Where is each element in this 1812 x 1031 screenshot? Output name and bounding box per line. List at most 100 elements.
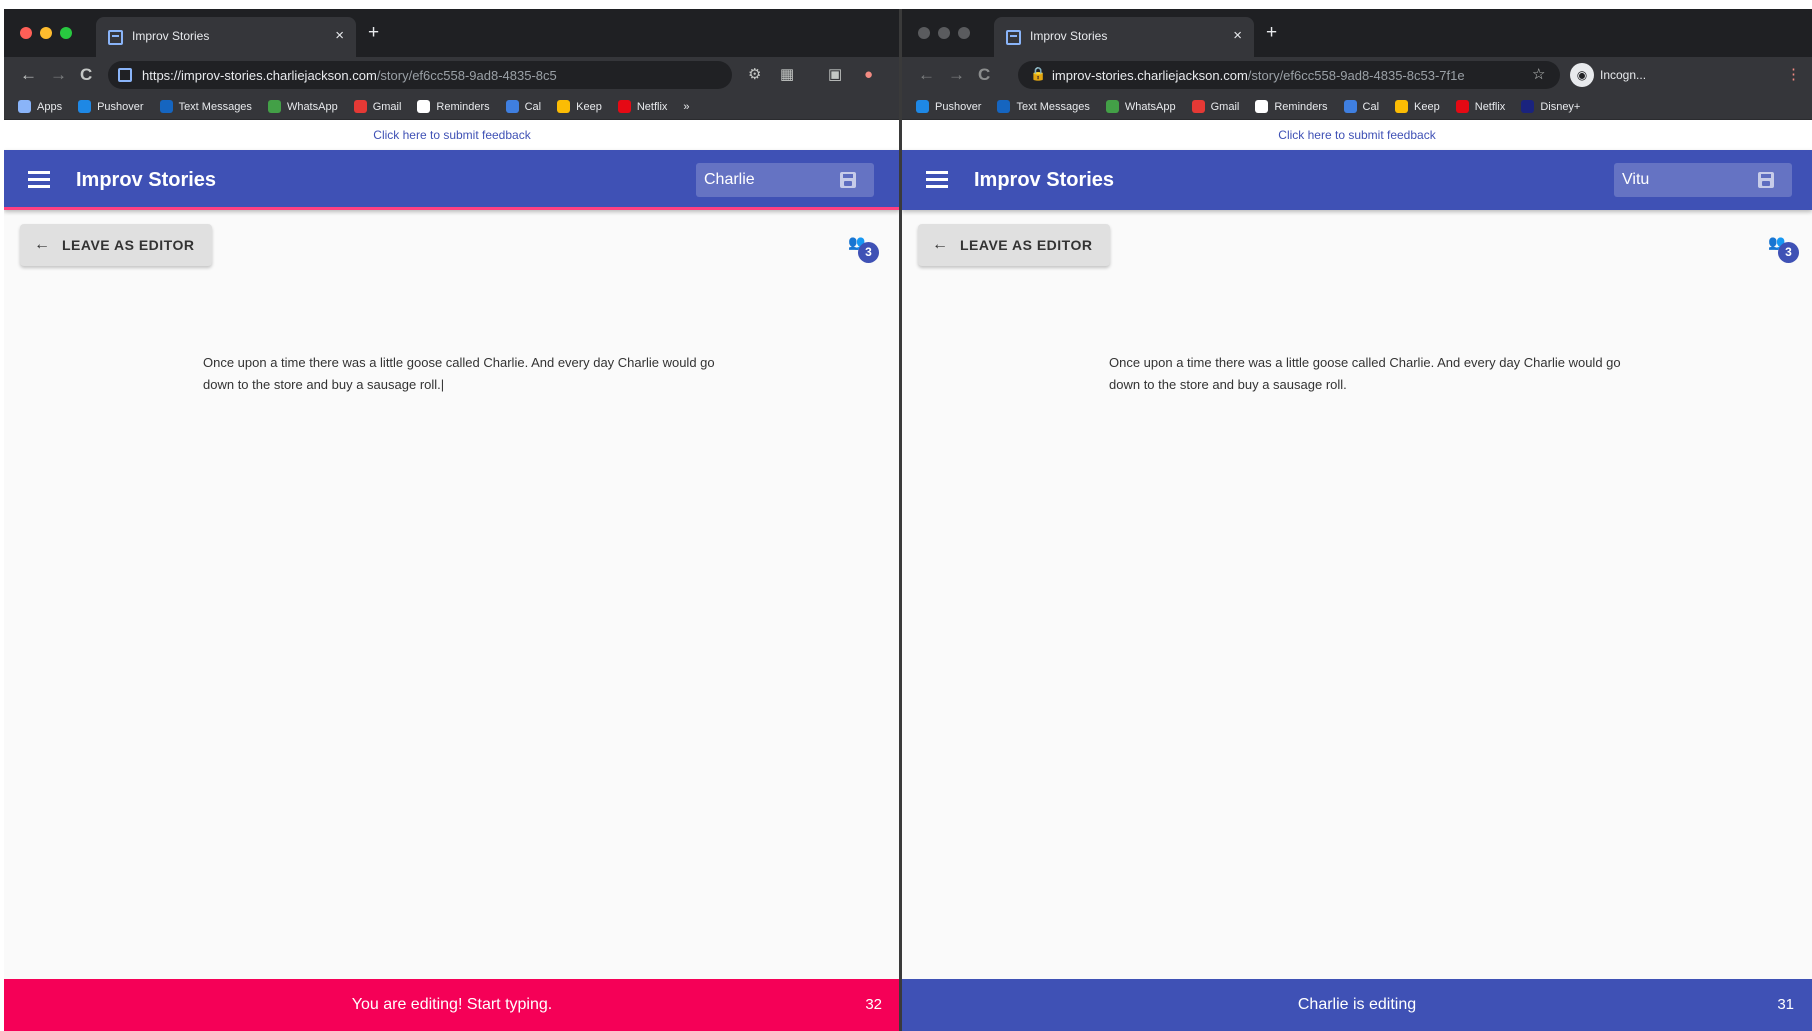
- name-input[interactable]: [696, 163, 826, 197]
- incognito-label[interactable]: Incogn...: [1600, 65, 1646, 85]
- reload-icon[interactable]: C: [80, 65, 92, 85]
- bookmark-item[interactable]: Gmail: [353, 100, 401, 113]
- name-field-box: [1614, 163, 1792, 197]
- bookmark-item[interactable]: Keep: [557, 100, 602, 113]
- forward-icon[interactable]: →: [948, 65, 965, 85]
- status-message: You are editing! Start typing.: [351, 996, 553, 1013]
- bookmark-label: WhatsApp: [1124, 100, 1176, 113]
- bookmark-label: Netflix: [636, 100, 668, 113]
- minimize-window-button[interactable]: [938, 27, 950, 39]
- browser-window-left: Improv Stories × + ← → C https://improv-…: [4, 9, 900, 1031]
- lock-icon[interactable]: 🔒: [1030, 66, 1046, 82]
- feedback-link[interactable]: Click here to submit feedback: [902, 120, 1812, 150]
- name-input[interactable]: [1614, 163, 1744, 197]
- profile-avatar-icon[interactable]: ●: [864, 65, 873, 85]
- feedback-link[interactable]: Click here to submit feedback: [4, 120, 900, 150]
- app-favicon-icon: [108, 30, 123, 45]
- browser-window-right: Improv Stories × + ← → C 🔒 improv-storie…: [902, 9, 1812, 1031]
- extension-settings-icon[interactable]: ⚙: [748, 65, 761, 85]
- leave-as-editor-button[interactable]: ← LEAVE AS EDITOR: [20, 224, 212, 266]
- close-tab-icon[interactable]: ×: [1233, 27, 1242, 44]
- leave-as-editor-button[interactable]: ← LEAVE AS EDITOR: [918, 224, 1110, 266]
- bookmark-item[interactable]: Cal: [1343, 100, 1380, 113]
- bookmarks-bar: Apps Pushover Text Messages WhatsApp Gmail Re…: [4, 94, 900, 120]
- bookmark-item[interactable]: WhatsApp: [1105, 100, 1176, 113]
- bookmark-label: Gmail: [1210, 100, 1240, 113]
- menu-icon[interactable]: [926, 171, 948, 188]
- menu-icon[interactable]: [28, 171, 50, 188]
- bookmark-star-icon[interactable]: ☆: [1532, 65, 1545, 85]
- bookmark-item[interactable]: Apps: [18, 100, 62, 113]
- browser-toolbar: ← → C https://improv-stories.charliejack…: [4, 57, 900, 94]
- extension-grid-icon[interactable]: ▦: [780, 65, 794, 85]
- active-users-button[interactable]: 👥 3: [1760, 234, 1800, 274]
- site-info-icon[interactable]: [118, 68, 132, 82]
- app-title: Improv Stories: [76, 169, 217, 191]
- bookmark-favicon-icon: [1255, 100, 1269, 113]
- bookmark-label: Reminders: [436, 100, 490, 113]
- bookmark-item[interactable]: Reminders: [1255, 100, 1328, 113]
- bookmark-favicon-icon: [18, 100, 31, 113]
- bookmark-label: Cal: [524, 100, 542, 113]
- back-icon[interactable]: ←: [918, 65, 935, 85]
- maximize-window-button[interactable]: [60, 27, 72, 39]
- browser-tab[interactable]: Improv Stories ×: [96, 17, 356, 57]
- active-users-button[interactable]: 👥 3: [840, 234, 880, 274]
- bookmark-favicon-icon: [159, 100, 173, 113]
- bookmark-item[interactable]: Disney+: [1521, 100, 1580, 113]
- maximize-window-button[interactable]: [958, 27, 970, 39]
- web-page: Click here to submit feedback Improv Sto…: [902, 120, 1812, 1031]
- new-tab-button[interactable]: +: [1266, 23, 1277, 42]
- bookmark-favicon-icon: [557, 100, 571, 113]
- story-text[interactable]: Once upon a time there was a little goos…: [203, 352, 733, 396]
- bookmark-item[interactable]: Text Messages: [159, 100, 252, 113]
- bookmark-favicon-icon: [1105, 100, 1119, 113]
- leave-as-editor-label: LEAVE AS EDITOR: [62, 237, 195, 253]
- forward-icon[interactable]: →: [50, 65, 67, 85]
- web-page: Click here to submit feedback Improv Sto…: [4, 120, 900, 1031]
- reload-icon[interactable]: C: [978, 65, 990, 85]
- bookmark-item[interactable]: Reminders: [417, 100, 490, 113]
- bookmark-item[interactable]: Netflix: [1455, 100, 1505, 113]
- bookmark-favicon-icon: [1395, 100, 1409, 113]
- bookmark-label: Cal: [1362, 100, 1380, 113]
- close-window-button[interactable]: [20, 27, 32, 39]
- tab-strip: Improv Stories × +: [902, 9, 1812, 57]
- bookmark-label: Disney+: [1540, 100, 1581, 113]
- address-bar[interactable]: 🔒 improv-stories.charliejackson.com/stor…: [1018, 61, 1560, 89]
- save-icon[interactable]: [1758, 172, 1774, 188]
- incognito-icon[interactable]: ◉: [1570, 63, 1594, 87]
- bookmarks-overflow-icon[interactable]: »: [683, 101, 689, 113]
- minimize-window-button[interactable]: [40, 27, 52, 39]
- bookmark-item[interactable]: Gmail: [1191, 100, 1240, 113]
- bookmark-label: Pushover: [935, 100, 982, 113]
- bookmark-favicon-icon: [505, 100, 519, 113]
- bookmark-item[interactable]: Pushover: [916, 100, 981, 113]
- bookmark-item[interactable]: Pushover: [78, 100, 144, 113]
- save-icon[interactable]: [840, 172, 856, 188]
- bookmark-item[interactable]: Text Messages: [997, 100, 1090, 113]
- bookmark-label: Text Messages: [1016, 100, 1090, 113]
- back-icon[interactable]: ←: [20, 65, 37, 85]
- extension-cast-icon[interactable]: ▣: [828, 65, 842, 85]
- bookmark-item[interactable]: WhatsApp: [267, 100, 338, 113]
- address-bar[interactable]: https://improv-stories.charliejackson.co…: [108, 61, 732, 89]
- arrow-back-icon: ←: [932, 236, 948, 253]
- browser-tab[interactable]: Improv Stories ×: [994, 17, 1254, 57]
- bookmark-favicon-icon: [1521, 100, 1535, 113]
- bookmark-favicon-icon: [1191, 100, 1205, 113]
- bookmark-label: Pushover: [97, 100, 144, 113]
- arrow-back-icon: ←: [34, 236, 50, 253]
- bookmark-item[interactable]: Cal: [505, 100, 542, 113]
- bookmark-favicon-icon: [1455, 100, 1469, 113]
- character-count: 32: [865, 996, 882, 1013]
- new-tab-button[interactable]: +: [368, 23, 379, 42]
- url-text: https://improv-stories.charliejackson.co…: [142, 68, 557, 83]
- browser-toolbar: ← → C 🔒 improv-stories.charliejackson.co…: [902, 57, 1812, 94]
- status-bar: Charlie is editing 31: [902, 979, 1812, 1031]
- bookmark-item[interactable]: Keep: [1395, 100, 1440, 113]
- close-window-button[interactable]: [918, 27, 930, 39]
- bookmark-item[interactable]: Netflix: [617, 100, 668, 113]
- close-tab-icon[interactable]: ×: [335, 27, 344, 44]
- browser-menu-icon[interactable]: ⋮: [1786, 65, 1801, 85]
